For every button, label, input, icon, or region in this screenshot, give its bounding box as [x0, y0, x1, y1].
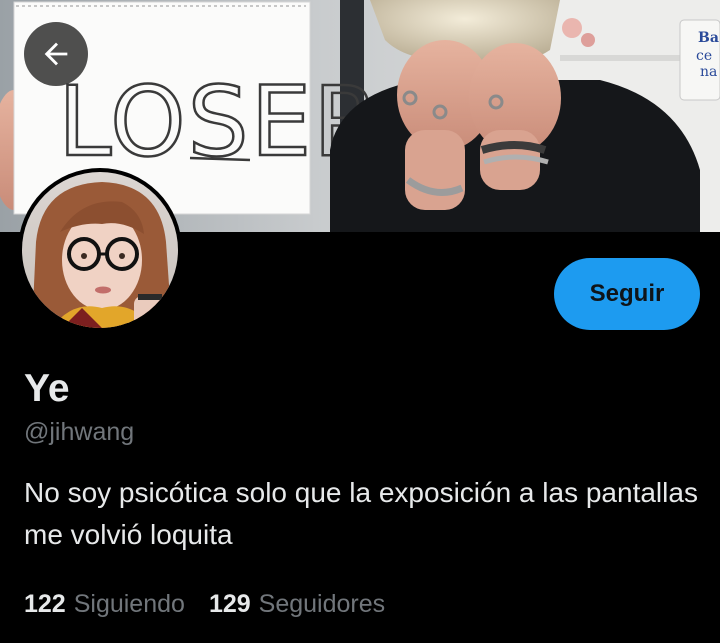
followers-label: Seguidores — [258, 590, 386, 618]
followers-count: 129 — [208, 590, 251, 618]
arrow-left-icon — [44, 42, 68, 66]
following-count: 122 — [24, 590, 66, 618]
followers-link[interactable]: 129 Seguidores — [209, 588, 385, 620]
profile-bio: No soy psicótica solo que la exposición … — [24, 477, 698, 550]
display-name: Ye — [24, 367, 70, 410]
back-button[interactable] — [24, 22, 88, 86]
username-handle: @jihwang — [24, 418, 135, 446]
svg-text:Ba: Ba — [698, 30, 719, 46]
svg-text:ce: ce — [696, 48, 712, 64]
avatar[interactable] — [18, 168, 182, 332]
svg-text:na: na — [700, 64, 717, 80]
follow-button[interactable]: Seguir — [554, 258, 700, 330]
following-label: Siguiendo — [73, 590, 185, 618]
follow-stats: 122 Siguiendo 129 Seguidores — [24, 588, 385, 620]
avatar-image — [22, 172, 178, 328]
following-link[interactable]: 122 Siguiendo — [24, 588, 185, 620]
